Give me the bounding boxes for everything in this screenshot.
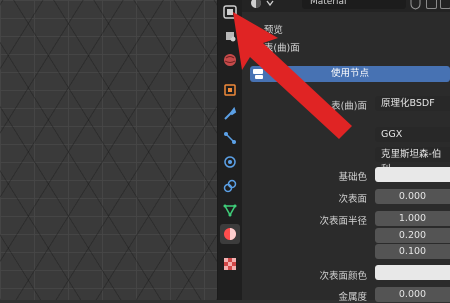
subsurface-color-swatch[interactable] (375, 265, 450, 280)
subsurface-label: 次表面 (338, 194, 367, 205)
material-name-field[interactable]: Material (302, 0, 406, 9)
chevron-down-icon[interactable] (266, 0, 274, 8)
tab-object[interactable] (220, 80, 240, 100)
tab-render[interactable] (220, 26, 240, 46)
physics-icon (224, 156, 236, 168)
preview-section-header[interactable]: ▸ 预览 (250, 22, 283, 36)
data-icon (223, 204, 237, 217)
tab-physics[interactable] (220, 152, 240, 172)
distribution-dropdown[interactable]: GGX (375, 127, 450, 142)
preview-label: 预览 (263, 25, 283, 36)
material-header: Material (242, 0, 450, 12)
base-color-label: 基础色 (338, 172, 367, 183)
modifier-icon (224, 107, 237, 120)
constraints-icon (223, 179, 237, 193)
tab-world[interactable] (220, 50, 240, 70)
metallic-label: 金属度 (338, 292, 367, 303)
use-nodes-button[interactable]: 使用节点 (250, 66, 450, 82)
chevron-down-icon: ▾ (250, 43, 255, 54)
subsurface-color-label: 次表面颜色 (319, 271, 367, 282)
world-icon (224, 54, 236, 66)
material-browse-icon[interactable] (250, 0, 264, 10)
properties-tab-column (218, 0, 242, 300)
subsurface-radius-z[interactable]: 0.100 (375, 244, 450, 259)
surface-section-header[interactable]: ▾ 表(曲)面 (250, 40, 300, 54)
fake-user-shield-icon[interactable] (410, 0, 421, 10)
object-icon (224, 84, 236, 96)
node-tree-icon (253, 69, 263, 79)
tab-data[interactable] (220, 200, 240, 220)
base-color-swatch[interactable] (375, 167, 450, 182)
duplicate-material-icon[interactable] (426, 0, 437, 9)
tab-particles[interactable] (220, 128, 240, 148)
chevron-right-icon: ▸ (250, 25, 255, 36)
subsurface-radius-label: 次表面半径 (319, 216, 367, 227)
subsurface-radius-y[interactable]: 0.200 (375, 228, 450, 243)
3d-viewport[interactable] (0, 0, 217, 300)
tab-texture[interactable] (220, 254, 240, 274)
texture-icon (224, 258, 236, 270)
particles-icon (224, 132, 236, 144)
surface-shader-dropdown[interactable]: 原理化BSDF (375, 96, 450, 111)
surface-section-label: 表(曲)面 (263, 43, 300, 54)
tool-icon (223, 5, 237, 19)
subsurface-method-dropdown[interactable]: 克里斯坦森-伯利 (375, 147, 450, 175)
surface-label: 表(曲)面 (331, 101, 367, 112)
tab-modifier[interactable] (220, 104, 240, 124)
material-icon (224, 228, 236, 240)
tab-material[interactable] (220, 224, 240, 244)
render-icon (226, 32, 236, 42)
use-nodes-label: 使用节点 (330, 68, 369, 79)
subsurface-radius-x[interactable]: 1.000 (375, 211, 450, 226)
subsurface-field[interactable]: 0.000 (375, 189, 450, 204)
tab-constraints[interactable] (220, 176, 240, 196)
unlink-material-icon[interactable] (440, 0, 450, 9)
properties-panel: Material ▸ 预览 ▾ 表(曲)面 使用节点 表(曲)面 原理化BSDF… (242, 0, 450, 303)
tab-tool[interactable] (220, 2, 240, 22)
